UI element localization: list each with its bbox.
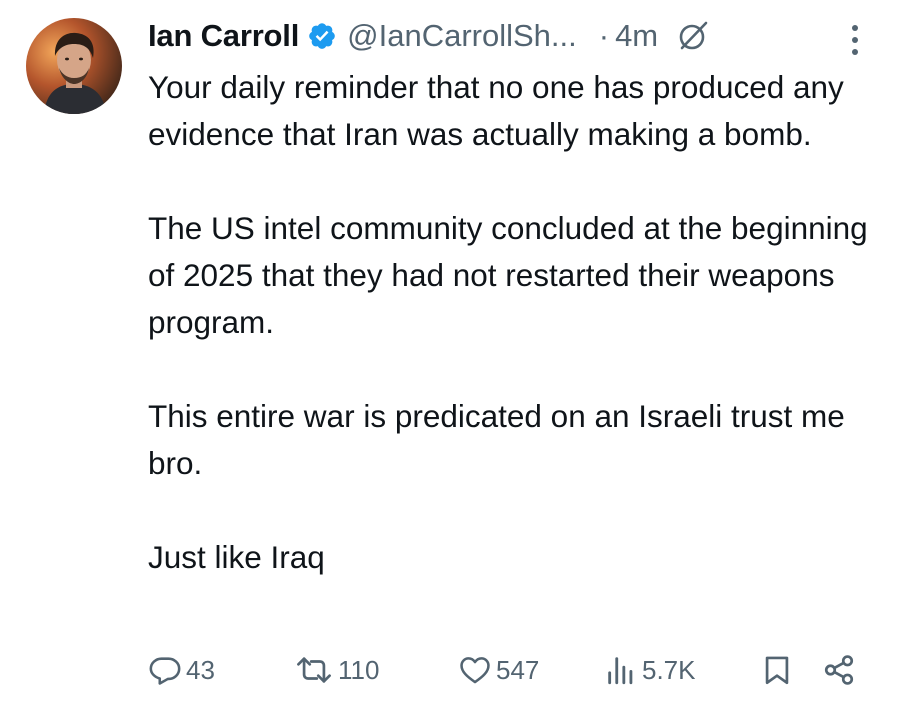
author-display-name[interactable]: Ian Carroll — [148, 18, 299, 54]
share-icon — [824, 655, 854, 685]
tweet-header: Ian Carroll @IanCarrollSh... · 4m — [148, 14, 710, 58]
reply-count: 43 — [186, 654, 215, 685]
author-handle[interactable]: @IanCarrollSh... — [347, 18, 577, 54]
like-count: 547 — [496, 654, 540, 685]
action-bar: 43 110 547 5.7K — [148, 648, 868, 692]
views-count: 5.7K — [642, 654, 696, 685]
verified-badge-icon[interactable] — [307, 21, 337, 51]
like-icon — [460, 657, 490, 684]
tweet-paragraph: Your daily reminder that no one has prod… — [148, 69, 844, 152]
like-button[interactable]: 547 — [458, 648, 539, 692]
repost-count: 110 — [338, 654, 380, 685]
meta-separator: · — [598, 18, 610, 53]
views-button[interactable]: 5.7K — [604, 648, 696, 692]
views-icon — [608, 657, 633, 685]
tweet-paragraph: This entire war is predicated on an Isra… — [148, 398, 845, 481]
tweet-paragraph: The US intel community concluded at the … — [148, 210, 868, 340]
more-options-icon[interactable] — [846, 22, 864, 58]
repost-icon — [297, 657, 331, 683]
reply-button[interactable]: 43 — [148, 648, 215, 692]
bookmark-button[interactable] — [760, 648, 794, 692]
avatar[interactable] — [26, 18, 122, 114]
bookmark-icon — [765, 656, 789, 685]
repost-button[interactable]: 110 — [294, 648, 379, 692]
tweet-text: Your daily reminder that no one has prod… — [148, 64, 883, 581]
share-button[interactable] — [822, 648, 856, 692]
tweet-paragraph: Just like Iraq — [148, 539, 325, 575]
reply-icon — [149, 657, 181, 685]
timestamp[interactable]: 4m — [615, 18, 658, 54]
grok-icon[interactable] — [676, 19, 710, 53]
